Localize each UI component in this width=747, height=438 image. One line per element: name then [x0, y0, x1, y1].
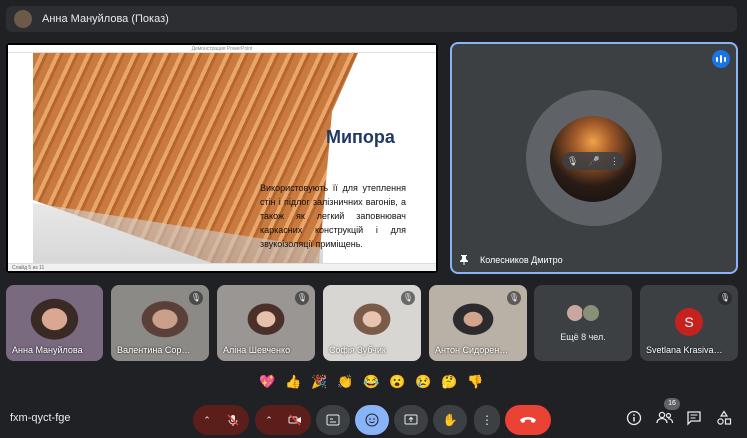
slide-title: Мипора: [326, 127, 395, 147]
raise-hand-button[interactable]: ✋: [433, 405, 467, 435]
speaking-indicator-icon: [712, 50, 730, 68]
speaker-tile[interactable]: 🎙 🎤 ⋮ Колесников Дмитро: [450, 42, 738, 274]
leave-call-button[interactable]: [505, 405, 551, 435]
avatar-initial: S: [675, 308, 703, 336]
pin-icon[interactable]: [458, 254, 470, 266]
more-participants-tile[interactable]: Ещё 8 чел.: [534, 285, 632, 361]
present-screen-button[interactable]: [394, 405, 428, 435]
slide-text: Використовують її для утеплення стін і п…: [260, 183, 406, 249]
reaction-sad[interactable]: 😢: [412, 370, 435, 393]
participant-name: Svetlana Krasiva…: [646, 345, 723, 355]
presenter-avatar: [14, 10, 32, 28]
reactions-button[interactable]: [355, 405, 389, 435]
powerpoint-window: Демонстрация PowerPoint Мипора Використо…: [8, 45, 436, 271]
presenter-bar: Анна Мануйлова (Показ): [6, 6, 737, 32]
mic-off-icon[interactable]: 🎙: [567, 156, 578, 167]
speaker-name-row: Колесников Дмитро: [458, 254, 563, 266]
presentation-tile[interactable]: Демонстрация PowerPoint Мипора Використо…: [6, 43, 438, 273]
reaction-clap[interactable]: 👏: [334, 370, 357, 393]
participant-name: Валентина Сор…: [117, 345, 191, 355]
participant-name: Анна Мануйлова: [12, 345, 83, 355]
mic-off-icon: 🎙: [295, 291, 309, 305]
captions-icon: [326, 414, 340, 426]
people-icon: [656, 411, 674, 424]
more-avatars: [566, 304, 600, 322]
reaction-heart[interactable]: 💖: [256, 370, 279, 393]
ppt-titlebar: Демонстрация PowerPoint: [8, 45, 436, 53]
more-participants-label: Ещё 8 чел.: [560, 332, 606, 342]
activities-button[interactable]: [714, 410, 734, 430]
participant-name: Аліна Шевченко: [223, 345, 291, 355]
reaction-party[interactable]: 🎉: [308, 370, 331, 393]
participant-tile[interactable]: S 🎙 Svetlana Krasiva…: [640, 285, 738, 361]
camera-toggle-button[interactable]: [279, 405, 311, 435]
more-options-button[interactable]: ⋮: [474, 405, 500, 435]
participant-tile[interactable]: Анна Мануйлова: [6, 285, 103, 361]
present-icon: [404, 414, 418, 425]
slide: Мипора Використовують її для утеплення с…: [8, 53, 436, 263]
camera-off-icon: [288, 414, 301, 426]
meeting-details-button[interactable]: [624, 410, 644, 430]
chat-icon: [687, 411, 701, 426]
mic-off-icon: 🎙: [507, 291, 521, 305]
reaction-thumbs-down[interactable]: 👎: [464, 370, 487, 393]
hand-icon: ✋: [442, 413, 458, 427]
more-options-icon[interactable]: ⋮: [610, 156, 619, 167]
participant-name: Антон Сидорен…: [435, 345, 509, 355]
emoji-icon: [365, 413, 379, 427]
chat-button[interactable]: [684, 410, 704, 430]
participant-tile[interactable]: 🎙 Софія Зубчик: [323, 285, 421, 361]
end-call-icon: [520, 417, 536, 423]
ppt-status: Слайд 5 из 11: [8, 263, 436, 271]
mic-off-icon: [227, 414, 239, 426]
reaction-thinking[interactable]: 🤔: [438, 370, 461, 393]
participant-name: Софія Зубчик: [329, 345, 386, 355]
mic-off-icon: 🎙: [718, 291, 732, 305]
mic-off-icon: 🎙: [189, 291, 203, 305]
mic-icon[interactable]: 🎤: [589, 156, 600, 167]
participant-tile[interactable]: 🎙 Антон Сидорен…: [429, 285, 527, 361]
more-vertical-icon: ⋮: [481, 413, 493, 427]
meeting-code: fxm-qyct-fge: [10, 412, 71, 424]
avatar: [582, 304, 600, 322]
meet-window: Анна Мануйлова (Показ) Демонстрация Powe…: [0, 0, 747, 438]
people-button[interactable]: [655, 410, 675, 430]
presenter-title: Анна Мануйлова (Показ): [42, 13, 169, 25]
mic-toggle-button[interactable]: [217, 405, 249, 435]
tile-controls[interactable]: 🎙 🎤 ⋮: [562, 152, 624, 170]
participant-tile[interactable]: 🎙 Валентина Сор…: [111, 285, 209, 361]
activities-icon: [717, 410, 732, 425]
participant-tile[interactable]: 🎙 Аліна Шевченко: [217, 285, 315, 361]
reaction-laugh[interactable]: 😂: [360, 370, 383, 393]
reaction-thumbs-up[interactable]: 👍: [282, 370, 305, 393]
info-icon: [626, 410, 642, 426]
reactions-bar: 💖 👍 🎉 👏 😂 😮 😢 🤔 👎: [256, 369, 487, 393]
speaker-name: Колесников Дмитро: [480, 255, 563, 265]
reaction-surprised[interactable]: 😮: [386, 370, 409, 393]
captions-button[interactable]: [316, 405, 350, 435]
people-count-badge: 16: [664, 398, 680, 410]
mic-off-icon: 🎙: [401, 291, 415, 305]
